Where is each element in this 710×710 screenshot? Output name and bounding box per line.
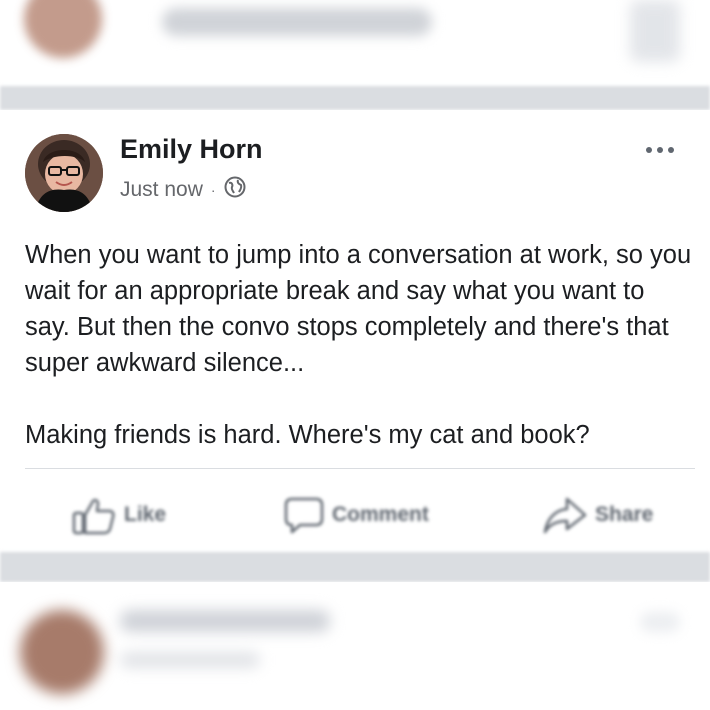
blurred-name-bar (120, 610, 330, 632)
share-label: Share (595, 503, 654, 526)
actions-divider (25, 468, 695, 469)
post-body: When you want to jump into a conversatio… (25, 241, 692, 449)
share-button[interactable]: Share (543, 490, 653, 540)
thumbs-up-icon (72, 498, 115, 535)
meta-separator: · (210, 182, 216, 198)
more-options-icon[interactable] (646, 140, 686, 160)
blurred-more-icon (640, 612, 680, 632)
blurred-composer-bar (162, 8, 432, 36)
feed-separator-2 (0, 552, 710, 582)
post-meta: Just now · (120, 176, 246, 204)
blurred-photo-button (630, 0, 680, 62)
author-name[interactable]: Emily Horn (120, 134, 263, 165)
author-avatar[interactable] (25, 134, 103, 212)
comment-label: Comment (332, 503, 429, 526)
feed-separator (0, 86, 710, 110)
next-post-blurred (0, 582, 710, 710)
blurred-meta-bar (120, 652, 260, 668)
blurred-avatar (24, 0, 102, 58)
post-actions: Like Comment Share (0, 490, 710, 540)
feed-post: Emily Horn Just now · When you want to j… (0, 110, 710, 552)
comment-button[interactable]: Comment (284, 490, 429, 540)
speech-bubble-icon (284, 497, 324, 534)
globe-icon (224, 176, 246, 204)
like-button[interactable]: Like (72, 490, 166, 540)
like-label: Like (124, 503, 167, 526)
share-arrow-icon (543, 497, 587, 534)
blurred-avatar-2 (20, 610, 104, 694)
post-timestamp[interactable]: Just now (120, 178, 203, 202)
previous-post-blurred (0, 0, 710, 86)
